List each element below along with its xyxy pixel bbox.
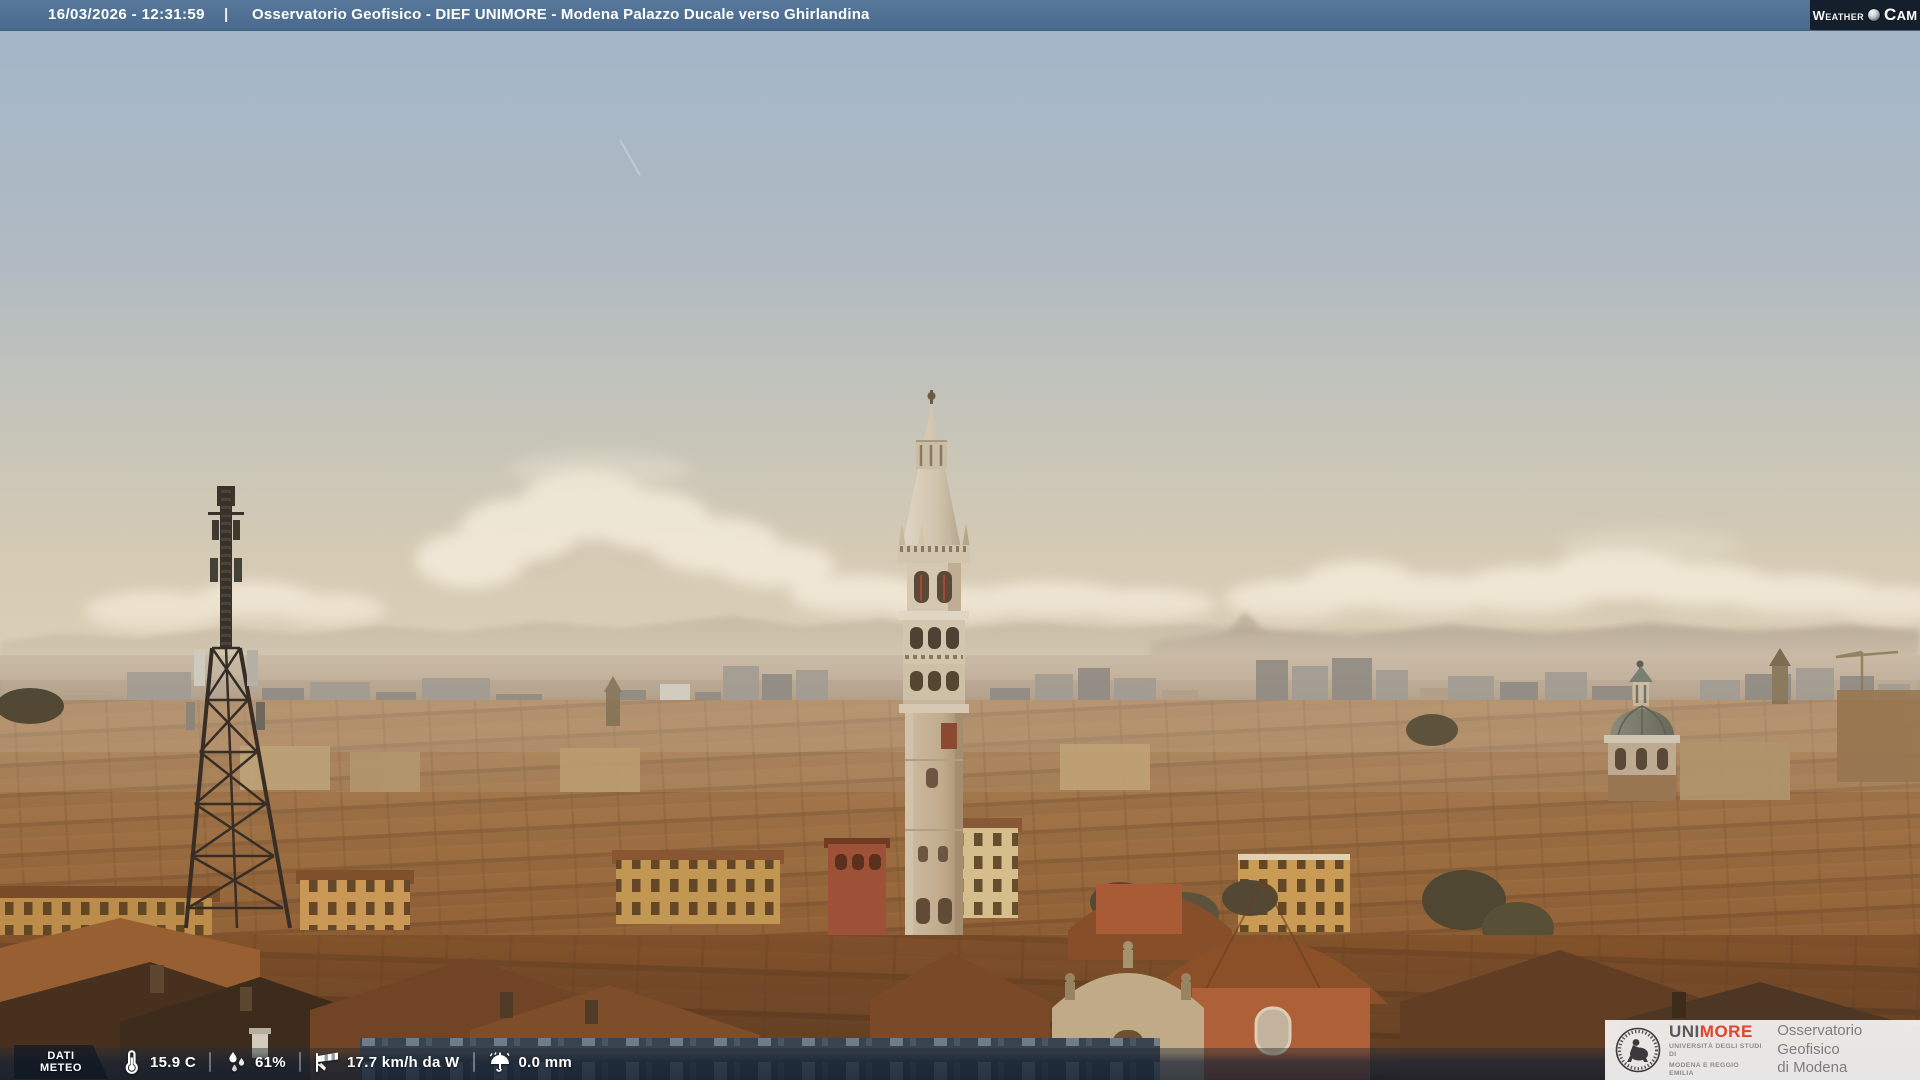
page-title: Osservatorio Geofisico - DIEF UNIMORE - … [252, 6, 870, 23]
dati-line2: METEO [39, 1062, 83, 1074]
windsock-icon [314, 1050, 340, 1074]
umbrella-rain-icon [488, 1050, 512, 1074]
unimore-wordmark: UNIMORE UNIVERSITÀ DEGLI STUDI DI MODENA… [1669, 1023, 1765, 1078]
wind-item: 17.7 km/h da W [314, 1050, 460, 1074]
observatory-name: Osservatorio Geofisico di Modena [1777, 1022, 1920, 1078]
humidity-drops-icon [224, 1050, 248, 1074]
unimore-branding: UNIMORE UNIVERSITÀ DEGLI STUDI DI MODENA… [1605, 1020, 1920, 1080]
weathercam-logo: Weather Cam [1810, 0, 1920, 30]
university-name-line2: MODENA E REGGIO EMILIA [1669, 1061, 1739, 1077]
weather-divider [209, 1052, 211, 1072]
webcam-frame: 16/03/2026 - 12:31:59 | Osservatorio Geo… [0, 0, 1920, 1080]
temperature-value: 15.9 C [150, 1053, 196, 1071]
unimore-uni-text: UNI [1669, 1021, 1700, 1041]
weather-divider [472, 1052, 475, 1072]
weathercam-word2: Cam [1884, 5, 1918, 24]
rain-value: 0.0 mm [518, 1053, 573, 1071]
dati-meteo-label: DATI METEO [14, 1045, 108, 1079]
weathercam-word1: Weather [1812, 7, 1864, 23]
rain-item: 0.0 mm [488, 1050, 573, 1074]
observatory-line1: Osservatorio Geofisico [1777, 1021, 1863, 1058]
weather-divider [298, 1052, 301, 1072]
weather-data-bar: DATI METEO 15.9 C 61% 17.7 km/h da W 0.0… [14, 1044, 572, 1080]
title-bar: 16/03/2026 - 12:31:59 | Osservatorio Geo… [0, 0, 1920, 31]
city-panorama [0, 30, 1920, 1080]
timestamp: 16/03/2026 - 12:31:59 [48, 6, 205, 23]
temperature-item: 15.9 C [121, 1050, 196, 1074]
university-name-line1: UNIVERSITÀ DEGLI STUDI DI [1669, 1042, 1762, 1058]
weathercam-ball-icon [1867, 8, 1881, 22]
wind-value: 17.7 km/h da W [346, 1053, 460, 1071]
humidity-item: 61% [224, 1050, 286, 1074]
observatory-line2: di Modena [1777, 1059, 1848, 1077]
title-separator: | [224, 6, 229, 23]
humidity-value: 61% [255, 1053, 286, 1071]
unimore-more-text: MORE [1699, 1021, 1753, 1041]
unimore-seal-icon [1615, 1027, 1661, 1073]
dati-line1: DATI [47, 1050, 75, 1062]
thermometer-icon [121, 1050, 143, 1074]
